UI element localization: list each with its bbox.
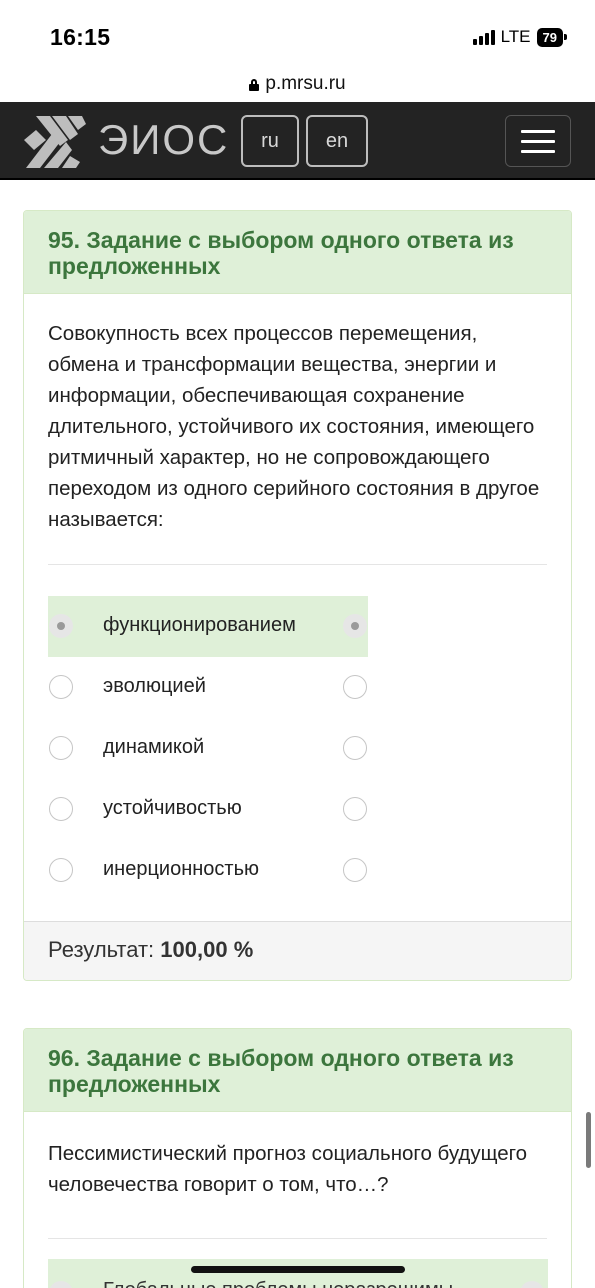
status-indicators: LTE 79 xyxy=(472,27,567,47)
question-card: 96. Задание с выбором одного ответа из п… xyxy=(23,1028,572,1288)
answer-label: инерционностью xyxy=(103,858,260,880)
answer-option[interactable]: Глобальные проблемы неразрешимы xyxy=(48,1259,548,1288)
language-ru-button[interactable]: ru xyxy=(241,115,299,167)
question-text: Совокупность всех процессов перемещения,… xyxy=(48,322,540,531)
eios-logo-icon[interactable] xyxy=(22,112,90,170)
question-header: 96. Задание с выбором одного ответа из п… xyxy=(24,1029,571,1112)
brand-name[interactable]: ЭИОС xyxy=(98,116,229,164)
network-type: LTE xyxy=(500,27,531,46)
radio-selected-icon[interactable] xyxy=(343,614,367,638)
question-body: Совокупность всех процессов перемещения,… xyxy=(24,294,571,535)
answer-option[interactable]: инерционностью xyxy=(48,840,368,901)
radio-selected-icon[interactable] xyxy=(520,1281,544,1288)
radio-empty-icon[interactable] xyxy=(49,736,73,760)
scrollbar[interactable] xyxy=(586,1112,591,1168)
answer-option[interactable]: динамикой xyxy=(48,718,368,779)
answer-option[interactable]: эволюцией xyxy=(48,657,368,718)
battery-level: 79 xyxy=(536,27,563,47)
answer-label: эволюцией xyxy=(103,675,206,697)
result-footer: Результат: 100,00 % xyxy=(24,921,571,980)
answer-label: Глобальные проблемы неразрешимы xyxy=(103,1279,453,1288)
hamburger-menu-icon[interactable] xyxy=(505,115,571,167)
cellular-signal-icon xyxy=(472,29,495,45)
battery-icon: 79 xyxy=(536,27,567,47)
radio-empty-icon[interactable] xyxy=(343,675,367,699)
radio-empty-icon[interactable] xyxy=(343,797,367,821)
home-indicator[interactable] xyxy=(191,1266,405,1273)
status-bar: 16:15 LTE 79 xyxy=(0,0,595,66)
status-time: 16:15 xyxy=(50,24,111,50)
divider xyxy=(48,1238,547,1239)
answer-list: функционированием эволюцией динамикой ус… xyxy=(24,565,571,901)
radio-empty-icon[interactable] xyxy=(49,858,73,882)
lock-icon xyxy=(249,79,260,91)
radio-selected-icon[interactable] xyxy=(49,1281,73,1288)
question-text: Пессимистический прогноз социального буд… xyxy=(48,1142,528,1196)
question-card: 95. Задание с выбором одного ответа из п… xyxy=(23,210,572,981)
answer-option[interactable]: функционированием xyxy=(48,596,368,657)
question-title: 95. Задание с выбором одного ответа из п… xyxy=(48,227,514,279)
answer-label: устойчивостью xyxy=(103,797,242,819)
address-bar[interactable]: p.mrsu.ru xyxy=(0,66,595,102)
language-en-button[interactable]: en xyxy=(306,115,368,167)
top-navbar: ЭИОС ru en xyxy=(0,102,595,180)
question-header: 95. Задание с выбором одного ответа из п… xyxy=(24,211,571,294)
answer-option[interactable]: устойчивостью xyxy=(48,779,368,840)
answer-label: динамикой xyxy=(103,736,205,758)
question-title: 96. Задание с выбором одного ответа из п… xyxy=(48,1045,514,1097)
result-value: 100,00 % xyxy=(160,937,254,962)
radio-empty-icon[interactable] xyxy=(343,736,367,760)
radio-empty-icon[interactable] xyxy=(49,675,73,699)
radio-empty-icon[interactable] xyxy=(49,797,73,821)
radio-selected-icon[interactable] xyxy=(49,614,73,638)
url-text: p.mrsu.ru xyxy=(265,73,346,94)
result-label: Результат: xyxy=(48,937,155,962)
radio-empty-icon[interactable] xyxy=(343,858,367,882)
answer-label: функционированием xyxy=(103,614,296,636)
